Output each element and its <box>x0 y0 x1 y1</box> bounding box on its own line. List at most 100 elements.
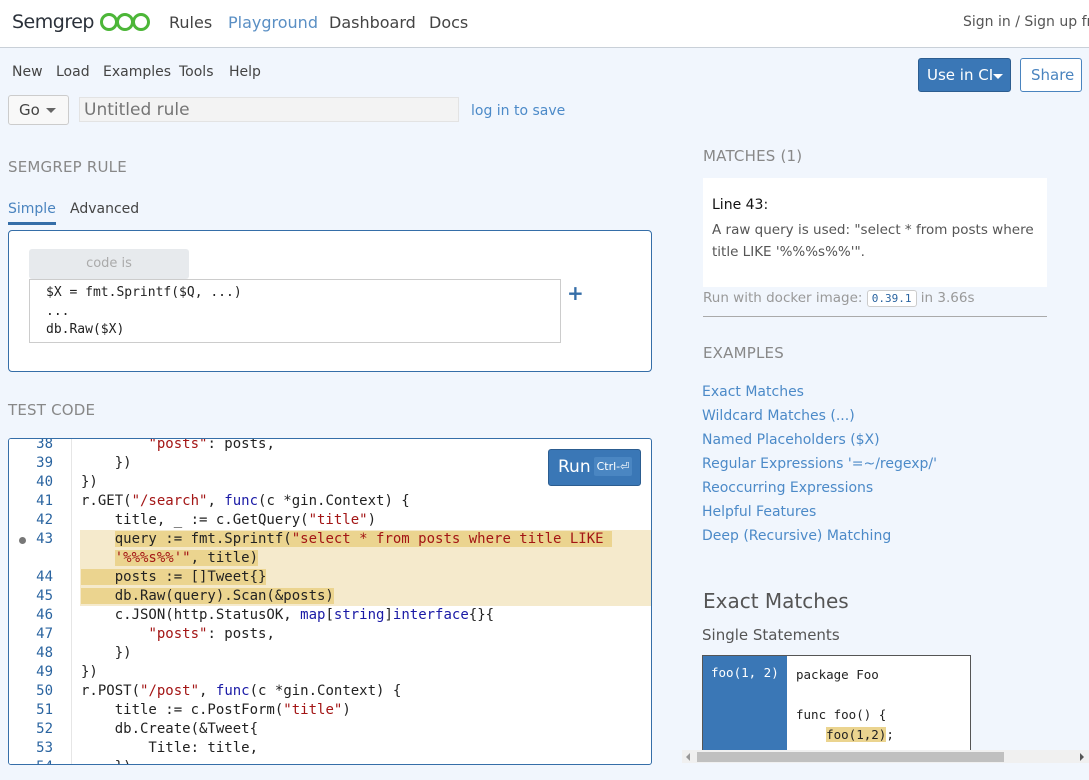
code-token: "title" <box>308 512 368 528</box>
nav-docs[interactable]: Docs <box>429 13 468 32</box>
line-number: 40 <box>36 474 53 490</box>
scrollbar-thumb[interactable] <box>697 752 1004 762</box>
code-token: c.JSON(http.StatusOK, <box>81 607 301 623</box>
pattern-input[interactable]: $X = fmt.Sprintf($Q, ...) ... db.Raw($X) <box>29 279 561 343</box>
example-link[interactable]: Wildcard Matches (...) <box>702 408 855 424</box>
code-line: 41 r.GET("/search", func(c *gin.Context) … <box>9 492 651 511</box>
language-value: Go <box>19 101 40 119</box>
code-line: '%%%s%%'", title) <box>9 549 651 568</box>
match-result[interactable]: Line 43: A raw query is used: "select * … <box>703 178 1047 287</box>
code-token: ) <box>367 512 377 528</box>
example-link[interactable]: Helpful Features <box>702 504 816 520</box>
code-token: , <box>207 493 225 509</box>
scroll-left-icon[interactable] <box>686 753 690 761</box>
divider <box>703 316 1047 317</box>
line-number: 50 <box>36 683 53 699</box>
line-number: 53 <box>36 740 53 756</box>
code-line: 38 "posts": posts, <box>9 438 651 454</box>
test-code-editor[interactable]: Run Ctrl-⏎ 38 "posts": posts, 39 }) 40}) 41 r… <box>8 438 652 765</box>
example-pattern: foo(1, 2) <box>703 656 787 754</box>
code-text: }) <box>81 758 132 764</box>
menu-help[interactable]: Help <box>229 64 261 80</box>
code-token: "/search" <box>131 493 208 509</box>
line-number: 51 <box>36 702 53 718</box>
tab-advanced[interactable]: Advanced <box>70 201 139 217</box>
line-number: 52 <box>36 721 53 737</box>
example-table: foo(1, 2) package Foo func foo() { foo(1… <box>702 655 971 755</box>
horizontal-scrollbar[interactable] <box>682 750 1089 763</box>
operator-code-is[interactable]: code is <box>29 249 189 279</box>
code-text: db.Create(&Tweet{ <box>81 720 258 739</box>
rule-editor: code is $X = fmt.Sprintf($Q, ...) ... db… <box>8 230 652 372</box>
code-line: 44 posts := []Tweet{} <box>9 568 651 587</box>
code-token: posts := []Tweet{} <box>81 569 267 585</box>
code-text: r.POST("/post", func(c *gin.Context) { <box>81 682 401 701</box>
menu-tools[interactable]: Tools <box>179 64 214 80</box>
use-in-ci-button[interactable]: Use in CI <box>918 58 1011 92</box>
menu-load[interactable]: Load <box>56 64 90 80</box>
line-number: 47 <box>36 626 53 642</box>
match-line: Line 43: <box>712 197 769 213</box>
code-text: }) <box>81 454 132 473</box>
code-token: : posts, <box>207 438 275 452</box>
match-marker-icon <box>19 537 26 544</box>
run-prefix: Run with docker image: <box>703 290 863 306</box>
code-text: db.Raw(query).Scan(&posts) <box>81 587 334 606</box>
example-link[interactable]: Deep (Recursive) Matching <box>702 528 891 544</box>
docker-image-version: 0.39.1 <box>866 290 917 307</box>
nav-playground[interactable]: Playground <box>228 13 318 32</box>
code-line: 50 r.POST("/post", func(c *gin.Context) { <box>9 682 651 701</box>
code-text: query := fmt.Sprintf("select * from post… <box>81 530 613 549</box>
code-line: 54 }) <box>9 758 651 764</box>
sign-in-link[interactable]: Sign in / Sign up free <box>963 14 1089 30</box>
share-button[interactable]: Share <box>1020 58 1082 92</box>
login-to-save-link[interactable]: log in to save <box>471 103 565 119</box>
line-number: 54 <box>9 758 53 764</box>
code-token: {}{ <box>468 607 495 623</box>
scroll-right-icon[interactable] <box>1080 753 1084 761</box>
code-token: ) <box>342 702 351 718</box>
caret-down-icon <box>993 74 1003 79</box>
line-number: 42 <box>36 512 53 528</box>
code-token: "posts" <box>148 626 208 642</box>
run-info: Run with docker image: 0.39.1 in 3.66s <box>703 290 975 307</box>
example-link[interactable]: Reoccurring Expressions <box>702 480 873 496</box>
code-token: (c *gin.Context) { <box>249 683 402 699</box>
example-link[interactable]: Exact Matches <box>702 384 804 400</box>
menu-examples[interactable]: Examples <box>103 64 171 80</box>
code-text: }) <box>81 644 132 663</box>
code-token: title := c.PostForm( <box>81 702 284 718</box>
rule-title-input[interactable] <box>79 97 459 122</box>
line-number: 45 <box>36 588 53 604</box>
line-number: 44 <box>36 569 53 585</box>
code-tail: ; <box>886 727 894 742</box>
example-link[interactable]: Named Placeholders ($X) <box>702 432 880 448</box>
code-text: "posts": posts, <box>81 438 275 454</box>
code-token: [ <box>325 607 334 623</box>
brand-logo-text[interactable]: Semgrep <box>12 11 94 33</box>
tab-simple[interactable]: Simple <box>8 201 56 225</box>
code-text: }) <box>81 473 98 492</box>
add-pattern-icon[interactable]: + <box>567 281 584 305</box>
highlighted-match: foo(1,2) <box>826 727 887 742</box>
example-link[interactable]: Regular Expressions '=~/regexp/' <box>702 456 937 472</box>
code-token: Title: title, <box>81 740 259 756</box>
language-select[interactable]: Go <box>8 95 69 125</box>
code-text: '%%%s%%'", title) <box>81 549 259 568</box>
code-token: func <box>215 683 250 699</box>
use-in-ci-label: Use in CI <box>927 66 994 84</box>
code-line: 46 c.JSON(http.StatusOK, map[string]inte… <box>9 606 651 625</box>
semgrep-logo-icon[interactable] <box>100 13 150 31</box>
code-text: Title: title, <box>81 739 258 758</box>
nav-rules[interactable]: Rules <box>169 13 212 32</box>
code-token: func <box>224 493 259 509</box>
code-token: db.Raw(query).Scan(&posts) <box>81 588 334 604</box>
code-line: 49}) <box>9 663 651 682</box>
menu-new[interactable]: New <box>12 64 43 80</box>
code-line: 48 }) <box>9 644 651 663</box>
code-line: 53 Title: title, <box>9 739 651 758</box>
nav-dashboard[interactable]: Dashboard <box>329 13 416 32</box>
